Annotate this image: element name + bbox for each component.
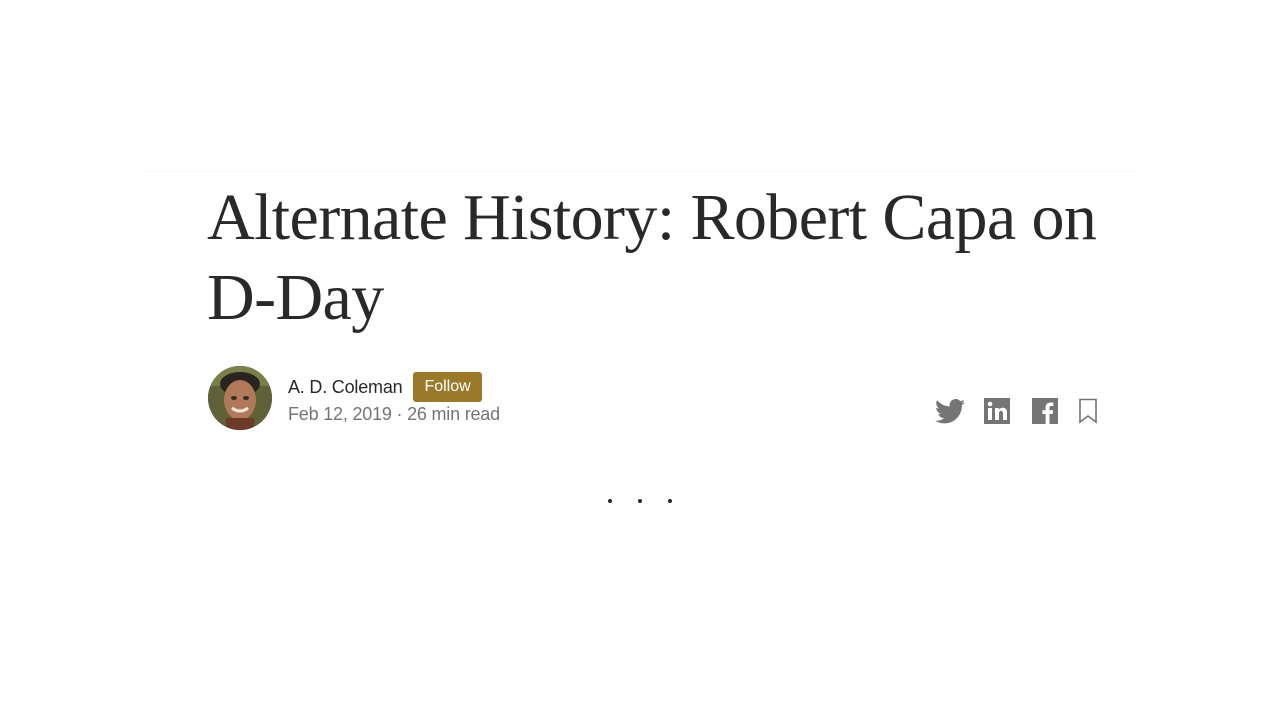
separator-dot: [608, 498, 612, 503]
byline: A. D. Coleman Follow Feb 12, 2019 · 26 m…: [208, 366, 500, 430]
author-avatar[interactable]: [208, 366, 272, 430]
bookmark-icon[interactable]: [1076, 396, 1100, 426]
article-title: Alternate History: Robert Capa on D-Day: [207, 181, 1097, 334]
share-bar: [934, 395, 1100, 427]
follow-button[interactable]: Follow: [413, 372, 482, 402]
linkedin-icon[interactable]: [982, 396, 1012, 426]
top-divider: [144, 171, 1136, 172]
article-meta: Feb 12, 2019 · 26 min read: [288, 404, 500, 424]
author-row: A. D. Coleman Follow: [288, 371, 500, 403]
author-name[interactable]: A. D. Coleman: [288, 377, 403, 398]
separator-dot: [638, 498, 642, 503]
section-separator: [0, 492, 1280, 510]
facebook-icon[interactable]: [1030, 396, 1060, 426]
separator-dot: [668, 498, 672, 503]
twitter-icon[interactable]: [934, 395, 966, 427]
author-block: A. D. Coleman Follow Feb 12, 2019 · 26 m…: [288, 371, 500, 425]
